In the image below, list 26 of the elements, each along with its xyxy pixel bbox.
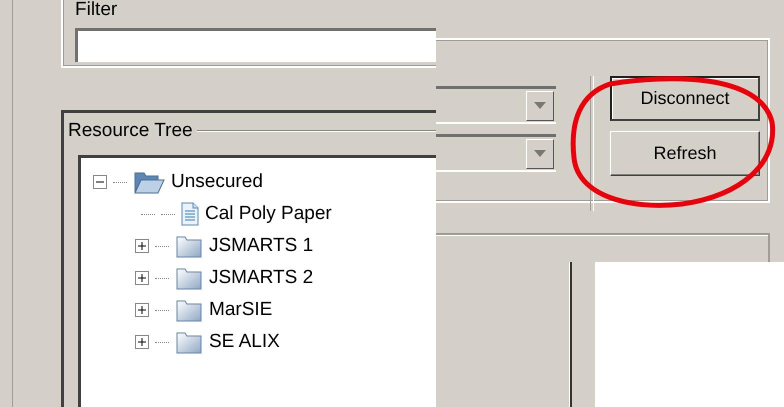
collapse-icon[interactable] bbox=[93, 175, 107, 189]
dropdown-arrow-icon bbox=[534, 102, 546, 109]
tree-item[interactable]: MarSIE bbox=[209, 299, 272, 321]
folder-icon bbox=[175, 234, 203, 258]
dropdown[interactable] bbox=[436, 134, 556, 172]
tree-item[interactable]: Unsecured bbox=[171, 171, 263, 193]
tree-item[interactable]: JSMARTS 2 bbox=[209, 267, 314, 289]
filter-field[interactable] bbox=[75, 28, 436, 62]
dropdown[interactable] bbox=[436, 86, 556, 124]
folder-icon bbox=[175, 298, 203, 322]
expand-icon[interactable] bbox=[135, 335, 149, 349]
document-icon bbox=[181, 202, 199, 226]
tree-item[interactable]: JSMARTS 1 bbox=[209, 235, 314, 257]
splitter-bar[interactable] bbox=[570, 262, 596, 407]
group-title: Resource Tree bbox=[68, 121, 193, 141]
filter-label: Filter bbox=[75, 0, 118, 20]
dropdown-arrow-icon bbox=[534, 150, 546, 157]
expand-icon[interactable] bbox=[135, 271, 149, 285]
folder-icon bbox=[133, 170, 165, 194]
action-button[interactable]: Refresh bbox=[610, 131, 760, 176]
tree-item[interactable]: SE ALIX bbox=[209, 331, 280, 353]
tree-item[interactable]: Cal Poly Paper bbox=[205, 203, 332, 225]
expand-icon[interactable] bbox=[135, 239, 149, 253]
folder-icon bbox=[175, 330, 203, 354]
expand-icon[interactable] bbox=[135, 303, 149, 317]
folder-icon bbox=[175, 266, 203, 290]
